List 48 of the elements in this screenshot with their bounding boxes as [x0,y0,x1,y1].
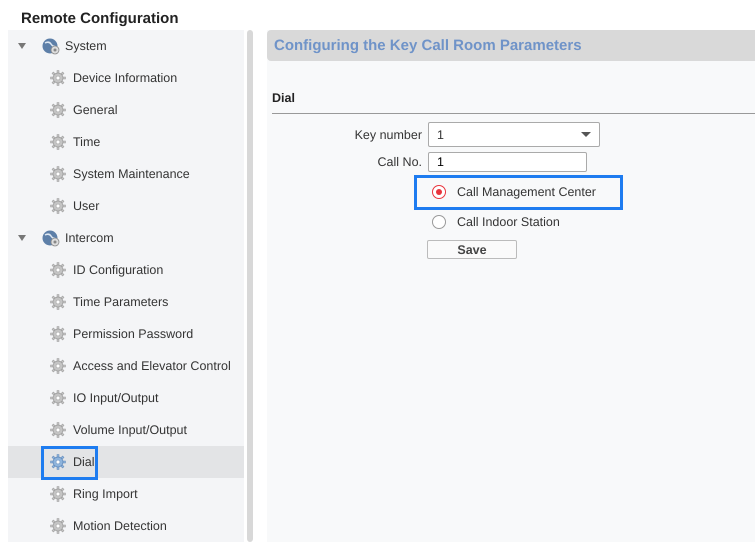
gear-icon [50,102,66,118]
tree-item[interactable]: System [8,30,244,62]
caret-icon [581,132,591,137]
radio-button[interactable] [432,185,446,199]
field-label: Call No. [376,155,423,169]
tree-item[interactable]: Ring Import [8,478,244,510]
tree-item[interactable]: IO Input/Output [8,382,244,414]
tree-item[interactable]: User [8,190,244,222]
gear-icon [50,198,66,214]
gear-icon [50,294,66,310]
tree-item[interactable]: System Maintenance [8,158,244,190]
scrollbar[interactable] [247,30,253,542]
gear-icon [50,422,66,438]
panel-header: Configuring the Key Call Room Parameters [267,30,755,61]
gear-icon [50,134,66,150]
input-field[interactable]: 1 [428,152,587,172]
tree-item[interactable]: Time Parameters [8,286,244,318]
gear-icon [50,70,66,86]
field-label: Key number [354,128,423,142]
tree-item[interactable]: Motion Detection [8,510,244,542]
radio-label[interactable]: Call Management Center [457,185,596,199]
gear-icon [50,390,66,406]
gear-icon [50,262,66,278]
caret-icon[interactable] [18,43,26,49]
gear-icon [50,166,66,182]
radio-label[interactable]: Call Indoor Station [457,215,560,229]
caret-icon[interactable] [18,235,26,241]
dropdown[interactable]: 1 [428,122,600,147]
tree-item[interactable]: Access and Elevator Control [8,350,244,382]
radio-button[interactable] [432,215,446,229]
gear-icon [50,518,66,534]
tree-item[interactable]: Time [8,126,244,158]
gear-icon [50,358,66,374]
save-button[interactable]: Save [427,240,517,259]
tree-item[interactable]: Permission Password [8,318,244,350]
tree-item[interactable]: Device Information [8,62,244,94]
tree-item[interactable]: General [8,94,244,126]
globe-icon [42,37,60,55]
gear-icon [50,486,66,502]
tree-item[interactable]: Intercom [8,222,244,254]
gear-icon [50,326,66,342]
tree-item[interactable]: Dial [8,446,244,478]
window-title: Remote Configuration [20,9,180,29]
gear-icon [50,454,66,470]
section-title: Dial [272,91,755,114]
globe-icon [42,229,60,247]
tree-item[interactable]: ID Configuration [8,254,244,286]
tree-item[interactable]: Volume Input/Output [8,414,244,446]
